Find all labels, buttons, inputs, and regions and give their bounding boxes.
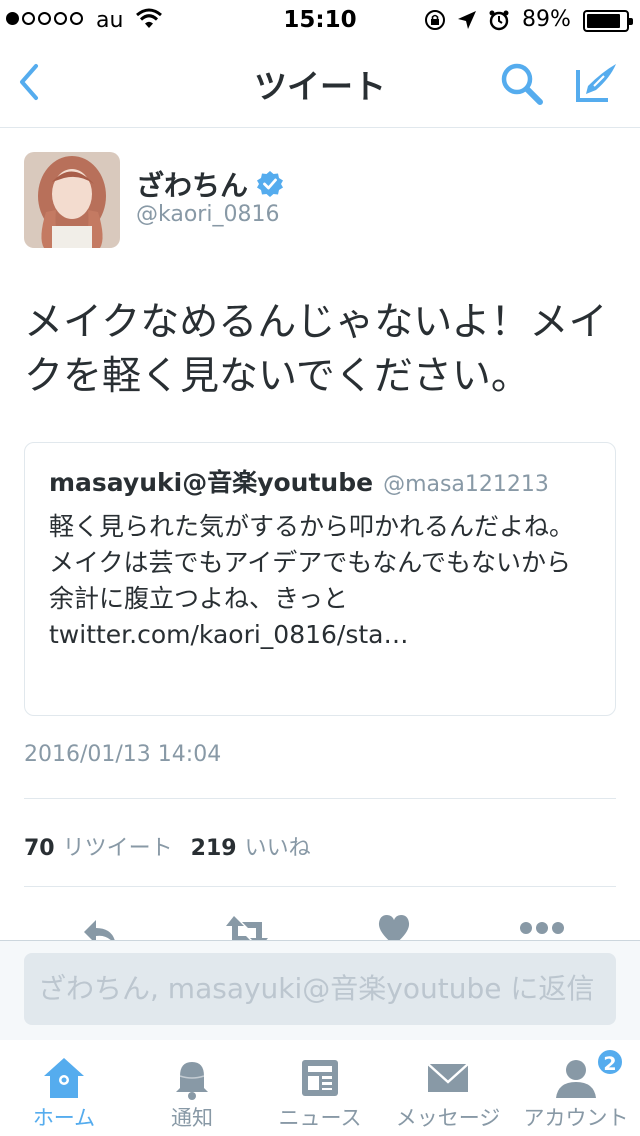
- author-handle[interactable]: @kaori_0816: [136, 202, 279, 227]
- more-icon[interactable]: [518, 912, 566, 936]
- divider: [24, 798, 616, 799]
- verified-badge-icon: [257, 171, 283, 197]
- tab-bar: ホーム 通知 ニュース メッセージ 2 アカウント: [0, 1040, 640, 1136]
- home-icon: [44, 1058, 84, 1098]
- notification-badge: 2: [596, 1048, 624, 1076]
- quoted-text-line: メイクは芸でもアイデアでもなんでもないから余計に腹立つよね、きっと: [49, 548, 572, 613]
- tab-account[interactable]: 2 アカウント: [512, 1040, 640, 1136]
- tab-label: ニュース: [278, 1106, 362, 1130]
- reply-icon[interactable]: [80, 912, 120, 940]
- page-title: ツイート: [254, 67, 386, 106]
- tweet-timestamp: 2016/01/13 14:04: [24, 742, 222, 767]
- search-icon[interactable]: [498, 60, 544, 106]
- tweet-actions: [0, 908, 640, 940]
- quoted-tweet[interactable]: masayuki@音楽youtube @masa121213 軽く見られた気がする…: [24, 442, 616, 716]
- battery-percentage: 89%: [522, 7, 571, 32]
- battery-nub: [629, 18, 633, 25]
- tab-messages[interactable]: メッセージ: [384, 1040, 512, 1136]
- compose-icon[interactable]: [572, 58, 620, 106]
- retweet-count[interactable]: 70: [24, 836, 55, 861]
- reply-composer: ざわちん, masayuki@音楽youtube に返信: [0, 940, 640, 1040]
- quoted-author-handle: @masa121213: [383, 472, 549, 497]
- divider: [24, 886, 616, 887]
- retweet-label[interactable]: リツイート: [63, 836, 173, 861]
- status-bar: au 15:10 89%: [0, 0, 640, 40]
- rotation-lock-icon: [425, 10, 445, 30]
- retweet-icon[interactable]: [224, 912, 270, 940]
- person-icon: [556, 1060, 596, 1098]
- envelope-icon: [427, 1063, 469, 1092]
- avatar-photo: [24, 152, 120, 248]
- tweet-stats: 70 リツイート 219 いいね: [24, 830, 329, 862]
- quoted-tweet-text: 軽く見られた気がするから叩かれるんだよね。 メイクは芸でもアイデアでもなんでもな…: [49, 509, 595, 653]
- author-avatar[interactable]: [24, 152, 120, 248]
- heart-icon[interactable]: [376, 912, 412, 940]
- navigation-bar: ツイート: [0, 40, 640, 128]
- tab-label: アカウント: [523, 1106, 629, 1130]
- news-icon: [302, 1060, 338, 1096]
- author-name[interactable]: ざわちん: [136, 164, 248, 204]
- battery-fill: [587, 14, 621, 28]
- alarm-clock-icon: [489, 10, 509, 31]
- bell-icon: [176, 1062, 208, 1100]
- quoted-text-line: 軽く見られた気がするから叩かれるんだよね。: [49, 512, 575, 541]
- tab-news[interactable]: ニュース: [256, 1040, 384, 1136]
- tab-label: ホーム: [32, 1106, 96, 1130]
- like-count[interactable]: 219: [191, 836, 237, 861]
- tweet-text: メイクなめるんじゃないよ！メイクを軽く見ないでください。: [24, 300, 608, 399]
- tab-notifications[interactable]: 通知: [128, 1040, 256, 1136]
- reply-input[interactable]: ざわちん, masayuki@音楽youtube に返信: [24, 953, 616, 1025]
- like-label[interactable]: いいね: [245, 836, 311, 861]
- tab-label: メッセージ: [395, 1106, 501, 1130]
- battery-icon: [583, 10, 633, 32]
- quoted-tweet-header: masayuki@音楽youtube @masa121213: [49, 463, 549, 499]
- tab-label: 通知: [171, 1106, 213, 1130]
- quoted-author-name: masayuki@音楽youtube: [49, 468, 374, 497]
- quoted-text-link[interactable]: twitter.com/kaori_0816/sta…: [49, 617, 595, 653]
- tab-home[interactable]: ホーム: [0, 1040, 128, 1136]
- location-arrow-icon: [458, 11, 476, 29]
